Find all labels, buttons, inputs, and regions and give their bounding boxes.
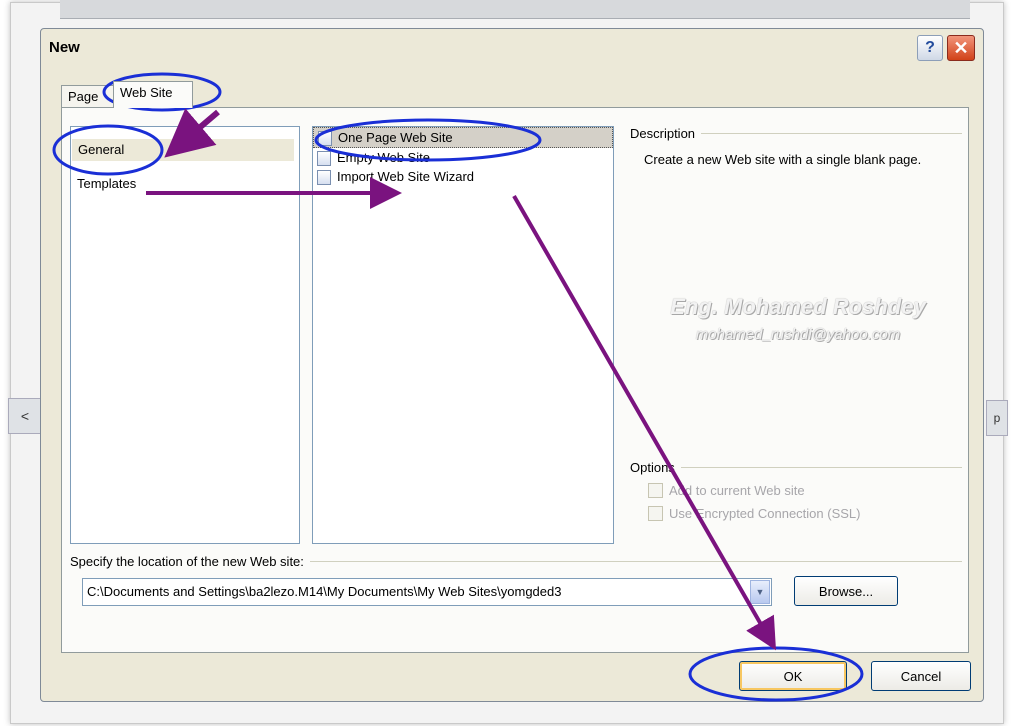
highlight-circle-general <box>52 124 164 176</box>
tutorial-annotations <box>52 72 864 702</box>
highlight-circle-one-page <box>314 118 542 162</box>
tab-web-site[interactable]: Web Site <box>113 81 193 108</box>
arrow-list-to-ok <box>512 195 776 651</box>
arrow-tab-to-general <box>164 108 220 158</box>
highlight-circle-ok <box>688 646 864 702</box>
